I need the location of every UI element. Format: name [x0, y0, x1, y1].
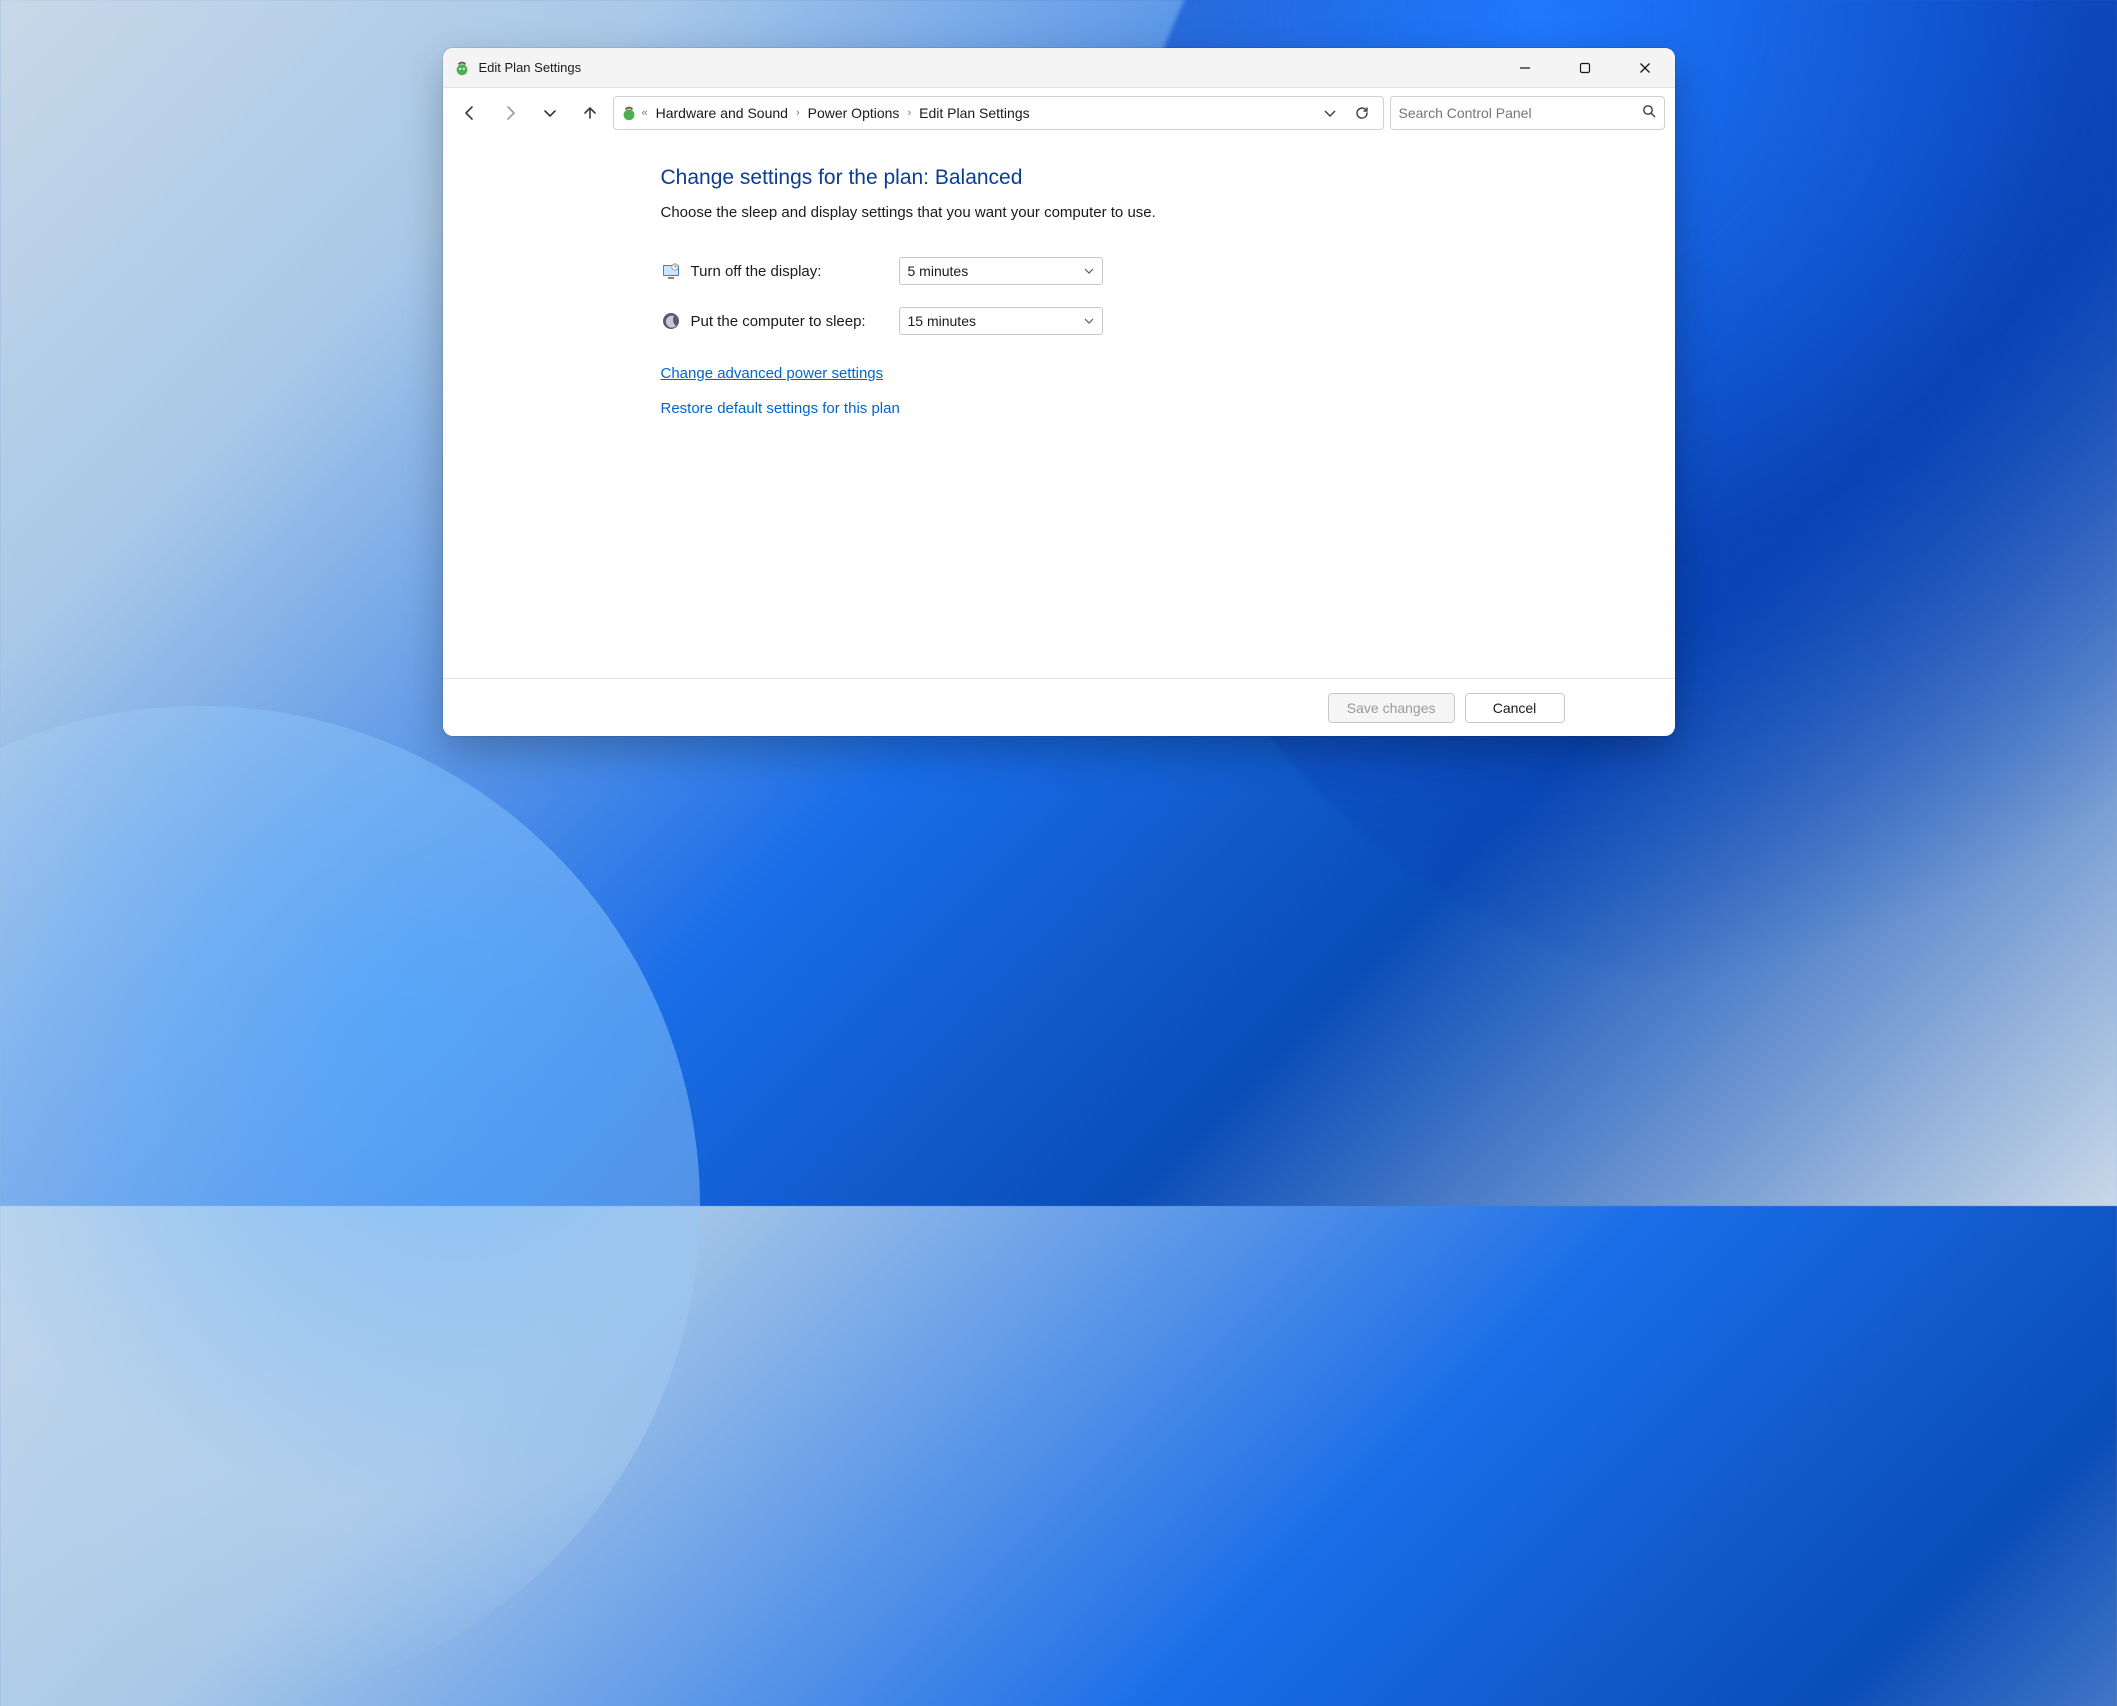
- page-title: Change settings for the plan: Balanced: [661, 166, 1675, 190]
- advanced-settings-link[interactable]: Change advanced power settings: [661, 365, 884, 382]
- recent-locations-button[interactable]: [533, 97, 567, 129]
- footer: Save changes Cancel: [443, 678, 1675, 736]
- setting-row-sleep: Put the computer to sleep: 15 minutes: [661, 307, 1675, 335]
- up-button[interactable]: [573, 97, 607, 129]
- display-off-dropdown[interactable]: 5 minutes: [899, 257, 1103, 285]
- window-title: Edit Plan Settings: [479, 60, 582, 75]
- cancel-button[interactable]: Cancel: [1465, 693, 1565, 723]
- chevron-right-icon: ›: [907, 107, 911, 119]
- close-button[interactable]: [1615, 48, 1675, 88]
- save-changes-button[interactable]: Save changes: [1328, 693, 1455, 723]
- sleep-label: Put the computer to sleep:: [691, 313, 899, 330]
- minimize-button[interactable]: [1495, 48, 1555, 88]
- restore-defaults-link[interactable]: Restore default settings for this plan: [661, 400, 900, 417]
- forward-button[interactable]: [493, 97, 527, 129]
- monitor-icon: [661, 261, 681, 281]
- nav-row: « Hardware and Sound › Power Options › E…: [443, 88, 1675, 138]
- breadcrumb-edit-plan-settings[interactable]: Edit Plan Settings: [915, 103, 1034, 123]
- address-bar[interactable]: « Hardware and Sound › Power Options › E…: [613, 96, 1384, 130]
- maximize-button[interactable]: [1555, 48, 1615, 88]
- window-controls: [1495, 48, 1675, 88]
- address-history-button[interactable]: [1315, 100, 1345, 126]
- titlebar: Edit Plan Settings: [443, 48, 1675, 88]
- breadcrumb-hardware-and-sound[interactable]: Hardware and Sound: [652, 103, 792, 123]
- chevron-right-icon: ›: [796, 107, 800, 119]
- search-icon[interactable]: [1642, 104, 1656, 123]
- control-panel-icon: [620, 104, 638, 122]
- setting-row-display: Turn off the display: 5 minutes: [661, 257, 1675, 285]
- app-icon: [453, 59, 471, 77]
- breadcrumb-overflow[interactable]: «: [642, 107, 648, 119]
- content: Change settings for the plan: Balanced C…: [443, 138, 1675, 736]
- back-button[interactable]: [453, 97, 487, 129]
- main: Change settings for the plan: Balanced C…: [443, 138, 1675, 678]
- display-off-label: Turn off the display:: [691, 263, 899, 280]
- window: Edit Plan Settings: [443, 48, 1675, 736]
- refresh-button[interactable]: [1347, 100, 1377, 126]
- page-subtitle: Choose the sleep and display settings th…: [661, 204, 1675, 221]
- search-box[interactable]: [1390, 96, 1665, 130]
- search-input[interactable]: [1399, 105, 1642, 121]
- moon-icon: [661, 311, 681, 331]
- breadcrumb-power-options[interactable]: Power Options: [804, 103, 904, 123]
- sleep-dropdown[interactable]: 15 minutes: [899, 307, 1103, 335]
